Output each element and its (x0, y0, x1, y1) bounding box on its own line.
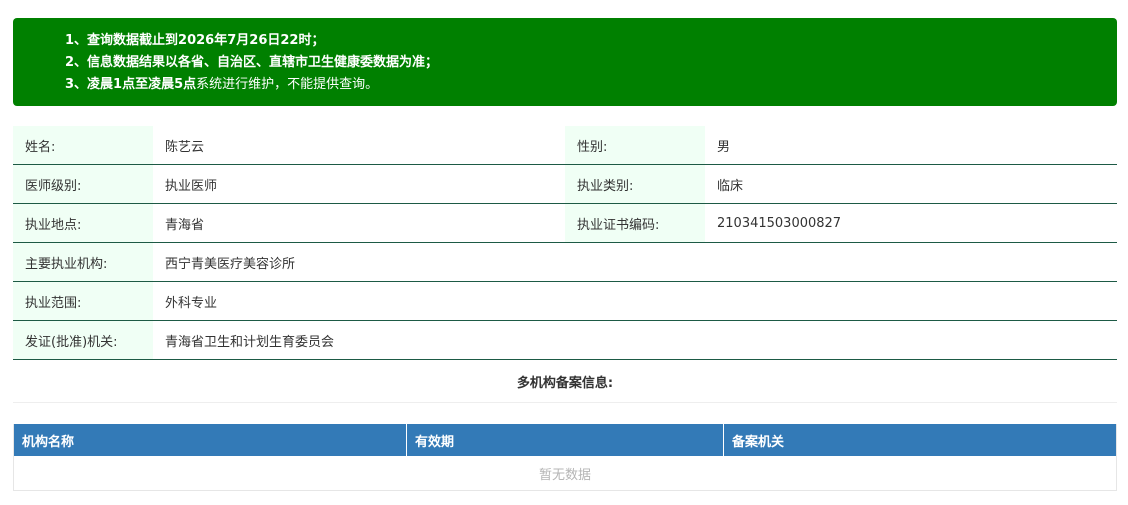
notice-line-2: 2、信息数据结果以各省、自治区、直辖市卫生健康委数据为准； (65, 55, 439, 70)
scope-value: 外科专业 (165, 295, 218, 311)
scope-label: 执业范围: (13, 282, 153, 320)
name-label: 姓名: (13, 126, 153, 164)
cert-value: 210341503000827 (717, 215, 842, 231)
level-label: 医师级别: (13, 165, 153, 203)
column-header-validity: 有效期 (407, 424, 724, 456)
category-value: 临床 (717, 178, 744, 194)
issuer-label: 发证(批准)机关: (13, 321, 153, 359)
issuer-value: 青海省卫生和计划生育委员会 (165, 334, 335, 350)
empty-table-message: 暂无数据 (538, 467, 591, 483)
level-value: 执业医师 (165, 178, 218, 194)
info-row-location: 执业地点: 青海省 执业证书编码: 210341503000827 (13, 204, 1117, 243)
column-header-institution: 机构名称 (14, 424, 407, 456)
multi-institution-table: 机构名称 有效期 备案机关 暂无数据 (13, 424, 1117, 491)
info-row-scope: 执业范围: 外科专业 (13, 282, 1117, 321)
institution-label: 主要执业机构: (13, 243, 153, 281)
notice-line-1: 1、查询数据截止到2026年7月26日22时； (65, 33, 325, 48)
doctor-info-table: 姓名: 陈艺云 性别: 男 医师级别: 执业医师 执业类别: 临床 执业地点: … (13, 126, 1117, 360)
gender-label: 性别: (565, 126, 705, 164)
notice-line-3-rest: 系统进行维护，不能提供查询。 (196, 77, 379, 92)
name-value: 陈艺云 (165, 139, 205, 155)
institution-value: 西宁青美医疗美容诊所 (165, 256, 296, 272)
category-label: 执业类别: (565, 165, 705, 203)
info-row-issuer: 发证(批准)机关: 青海省卫生和计划生育委员会 (13, 321, 1117, 360)
notice-line-3: 3、凌晨1点至凌晨5点系统进行维护，不能提供查询。 (65, 74, 1117, 96)
gender-value: 男 (717, 139, 731, 155)
location-value: 青海省 (165, 217, 205, 233)
location-label: 执业地点: (13, 204, 153, 242)
notice-line-3-bold: 3、凌晨1点至凌晨5点 (65, 77, 197, 92)
notice-banner: 1、查询数据截止到2026年7月26日22时； 2、信息数据结果以各省、自治区、… (13, 18, 1117, 106)
cert-label: 执业证书编码: (565, 204, 705, 242)
table-header: 机构名称 有效期 备案机关 (14, 424, 1116, 456)
info-row-level: 医师级别: 执业医师 执业类别: 临床 (13, 165, 1117, 204)
info-row-institution: 主要执业机构: 西宁青美医疗美容诊所 (13, 243, 1117, 282)
info-row-name: 姓名: 陈艺云 性别: 男 (13, 126, 1117, 165)
multi-institution-title: 多机构备案信息: (13, 360, 1117, 403)
column-header-registrar: 备案机关 (732, 434, 785, 450)
